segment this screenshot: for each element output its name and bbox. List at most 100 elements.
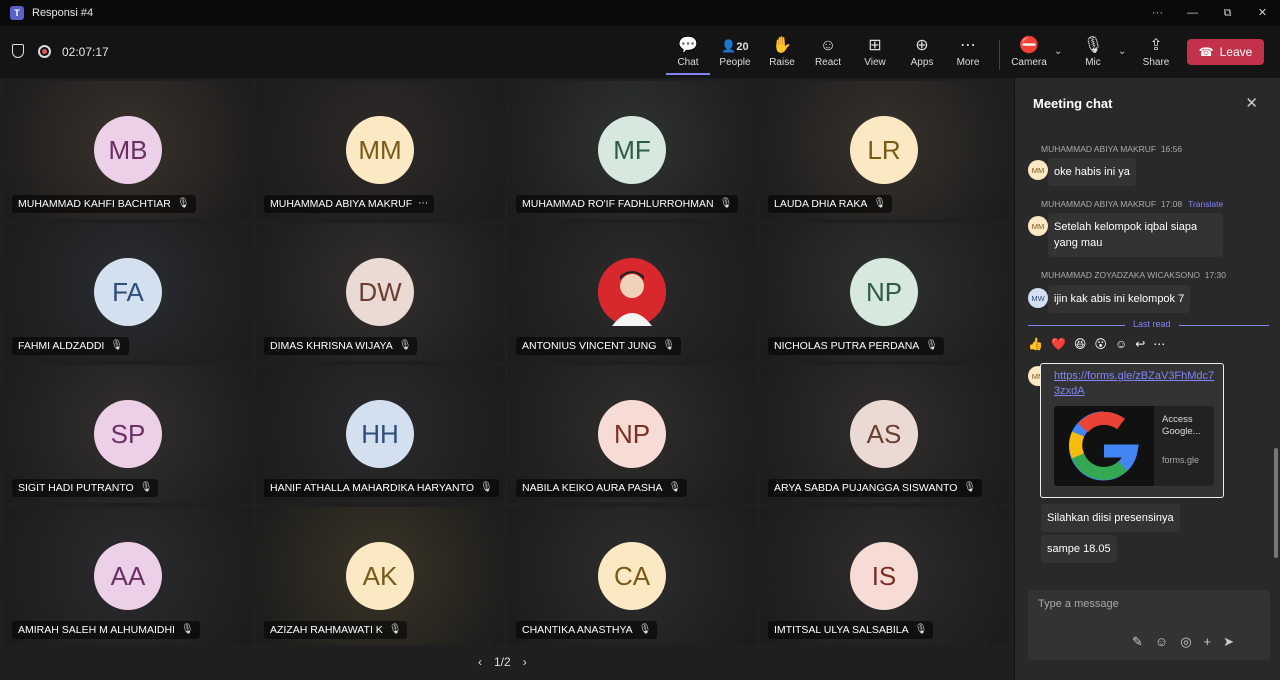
window-more-button[interactable]: ···: [1140, 0, 1175, 26]
people-button[interactable]: 👤20 People: [713, 35, 757, 75]
participant-name-tag: FAHMI ALDZADDI 🎙: [12, 337, 130, 355]
chat-message[interactable]: ijin kak abis ini kelompok 7: [1048, 285, 1191, 313]
avatar: AA: [94, 542, 162, 610]
message-meta: MUHAMMAD ABIYA MAKRUF 16:56: [1041, 144, 1182, 154]
camera-button[interactable]: ⛔ Camera: [1007, 35, 1051, 75]
participant-tile[interactable]: LR LAUDA DHIA RAKA 🎙: [760, 81, 1009, 219]
chat-message[interactable]: Setelah kelompok iqbal siapa yang mau: [1048, 213, 1223, 257]
mic-options-chevron-icon[interactable]: ⌄: [1118, 46, 1126, 57]
forms-link[interactable]: https://forms.gle/zBZaV3FhMdc73zxdA: [1054, 369, 1219, 399]
participant-name: IMTITSAL ULYA SALSABILA: [774, 624, 909, 636]
participant-tile[interactable]: CA CHANTIKA ANASTHYA 🎙: [508, 507, 757, 645]
avatar: MW: [1028, 288, 1048, 308]
format-icon[interactable]: ✎: [1132, 634, 1143, 650]
mic-muted-icon: 🎙: [873, 198, 887, 209]
participant-tile[interactable]: NP NABILA KEIKO AURA PASHA 🎙: [508, 365, 757, 503]
chat-message[interactable]: oke habis ini ya: [1048, 158, 1136, 186]
participant-name: AMIRAH SALEH M ALHUMAIDHI: [18, 624, 175, 636]
participant-tile[interactable]: ANTONIUS VINCENT JUNG 🎙: [508, 223, 757, 361]
mic-muted-icon: 🎙: [398, 340, 412, 351]
reply-button[interactable]: ↩: [1135, 337, 1145, 351]
share-button[interactable]: ⇪ Share: [1134, 35, 1178, 75]
title-bar: T Responsi #4 ··· — ⧉ ✕: [0, 0, 1280, 26]
participant-tile[interactable]: FA FAHMI ALDZADDI 🎙: [4, 223, 253, 361]
more-options-icon[interactable]: ⋯: [418, 195, 428, 213]
message-time: 17:08: [1160, 199, 1183, 209]
participant-tile[interactable]: NP NICHOLAS PUTRA PERDANA 🎙: [760, 223, 1009, 361]
leave-label: Leave: [1219, 45, 1253, 59]
chat-message[interactable]: Silahkan diisi presensinya: [1041, 504, 1180, 532]
message-more-button[interactable]: ⋯: [1153, 337, 1165, 351]
heart-reaction-button[interactable]: ❤️: [1051, 337, 1066, 351]
link-preview-card[interactable]: Access Google... forms.gle: [1054, 406, 1214, 486]
chat-message[interactable]: sampe 18.05: [1041, 535, 1117, 563]
participant-tile[interactable]: AA AMIRAH SALEH M ALHUMAIDHI 🎙: [4, 507, 253, 645]
send-icon[interactable]: ➤: [1223, 634, 1234, 650]
mic-muted-icon: 🎙: [139, 482, 153, 493]
prev-page-button[interactable]: ‹: [478, 655, 482, 669]
participant-tile[interactable]: SP SIGIT HADI PUTRANTO 🎙: [4, 365, 253, 503]
participant-name: DIMAS KHRISNA WIJAYA: [270, 340, 393, 352]
like-reaction-button[interactable]: 👍: [1028, 337, 1043, 351]
mic-muted-icon: 🎙: [388, 624, 402, 635]
message-sender: MUHAMMAD ABIYA MAKRUF: [1041, 199, 1157, 209]
participant-tile[interactable]: MF MUHAMMAD RO'IF FADHLURROHMAN 🎙: [508, 81, 757, 219]
participant-name-tag: ANTONIUS VINCENT JUNG 🎙: [516, 337, 682, 355]
view-button[interactable]: ⊞ View: [853, 35, 897, 75]
next-page-button[interactable]: ›: [523, 655, 527, 669]
apps-button[interactable]: ⊕ Apps: [900, 35, 944, 75]
camera-options-chevron-icon[interactable]: ⌄: [1054, 46, 1062, 57]
more-button[interactable]: ⋯ More: [946, 35, 990, 75]
mic-button[interactable]: 🎙 Mic: [1071, 35, 1115, 75]
link-message[interactable]: https://forms.gle/zBZaV3FhMdc73zxdA Acce…: [1040, 363, 1224, 498]
last-read-divider: Last read: [1028, 319, 1269, 329]
profile-photo: [598, 258, 666, 326]
participant-name-tag: MUHAMMAD RO'IF FADHLURROHMAN 🎙: [516, 195, 739, 213]
chat-button[interactable]: 💬 Chat: [666, 35, 710, 75]
translate-link[interactable]: Translate: [1188, 199, 1223, 209]
shield-icon: [12, 44, 24, 58]
avatar: MM: [1028, 160, 1048, 180]
meeting-toolbar: 02:07:17 💬 Chat 👤20 People ✋ Raise ☺ React ⊞…: [0, 26, 1280, 78]
avatar: NP: [598, 400, 666, 468]
chat-scrollbar[interactable]: [1274, 448, 1278, 558]
restore-button[interactable]: ⧉: [1210, 0, 1245, 26]
participant-tile[interactable]: AK AZIZAH RAHMAWATI K 🎙: [256, 507, 505, 645]
mic-label: Mic: [1085, 57, 1101, 68]
minimize-button[interactable]: —: [1175, 0, 1210, 26]
avatar: NP: [850, 258, 918, 326]
toolbar-divider: [999, 40, 1000, 70]
close-window-button[interactable]: ✕: [1245, 0, 1280, 26]
react-button[interactable]: ☺ React: [806, 35, 850, 75]
laugh-reaction-button[interactable]: 😆: [1074, 337, 1087, 351]
mic-muted-icon: 🎙: [668, 482, 682, 493]
emoji-icon[interactable]: ☺: [1155, 634, 1168, 650]
mic-muted-icon: 🎙: [662, 340, 676, 351]
google-logo-icon: [1054, 406, 1154, 486]
message-input[interactable]: [1038, 598, 1258, 610]
participant-name-tag: NABILA KEIKO AURA PASHA 🎙: [516, 479, 688, 497]
chat-title: Meeting chat: [1033, 96, 1113, 111]
mic-muted-icon: 🎙: [480, 482, 493, 493]
participant-name: ARYA SABDA PUJANGGA SISWANTO: [774, 482, 958, 494]
participant-tile[interactable]: AS ARYA SABDA PUJANGGA SISWANTO 🎙: [760, 365, 1009, 503]
message-sender: MUHAMMAD ZOYADZAKA WICAKSONO: [1041, 270, 1200, 280]
avatar: HH: [346, 400, 414, 468]
close-chat-icon[interactable]: ✕: [1245, 94, 1258, 112]
sticker-icon[interactable]: ◎: [1180, 634, 1191, 650]
raise-hand-button[interactable]: ✋ Raise: [760, 35, 804, 75]
participant-tile[interactable]: HH HANIF ATHALLA MAHARDIKA HARYANTO 🎙: [256, 365, 505, 503]
avatar: IS: [850, 542, 918, 610]
participant-tile[interactable]: DW DIMAS KHRISNA WIJAYA 🎙: [256, 223, 505, 361]
participant-tile[interactable]: MM MUHAMMAD ABIYA MAKRUF ⋯: [256, 81, 505, 219]
add-reaction-button[interactable]: ☺: [1115, 337, 1127, 351]
participant-name: MUHAMMAD KAHFI BACHTIAR: [18, 198, 171, 210]
surprised-reaction-button[interactable]: 😮: [1094, 337, 1107, 351]
mic-muted-icon: 🎙: [719, 198, 733, 209]
attach-plus-icon[interactable]: +: [1204, 634, 1212, 650]
more-icon: ⋯: [960, 37, 976, 54]
leave-button[interactable]: ☎ Leave: [1187, 39, 1264, 65]
participant-name-tag: MUHAMMAD ABIYA MAKRUF ⋯: [264, 195, 435, 213]
participant-tile[interactable]: IS IMTITSAL ULYA SALSABILA 🎙: [760, 507, 1009, 645]
participant-tile[interactable]: MB MUHAMMAD KAHFI BACHTIAR 🎙: [4, 81, 253, 219]
